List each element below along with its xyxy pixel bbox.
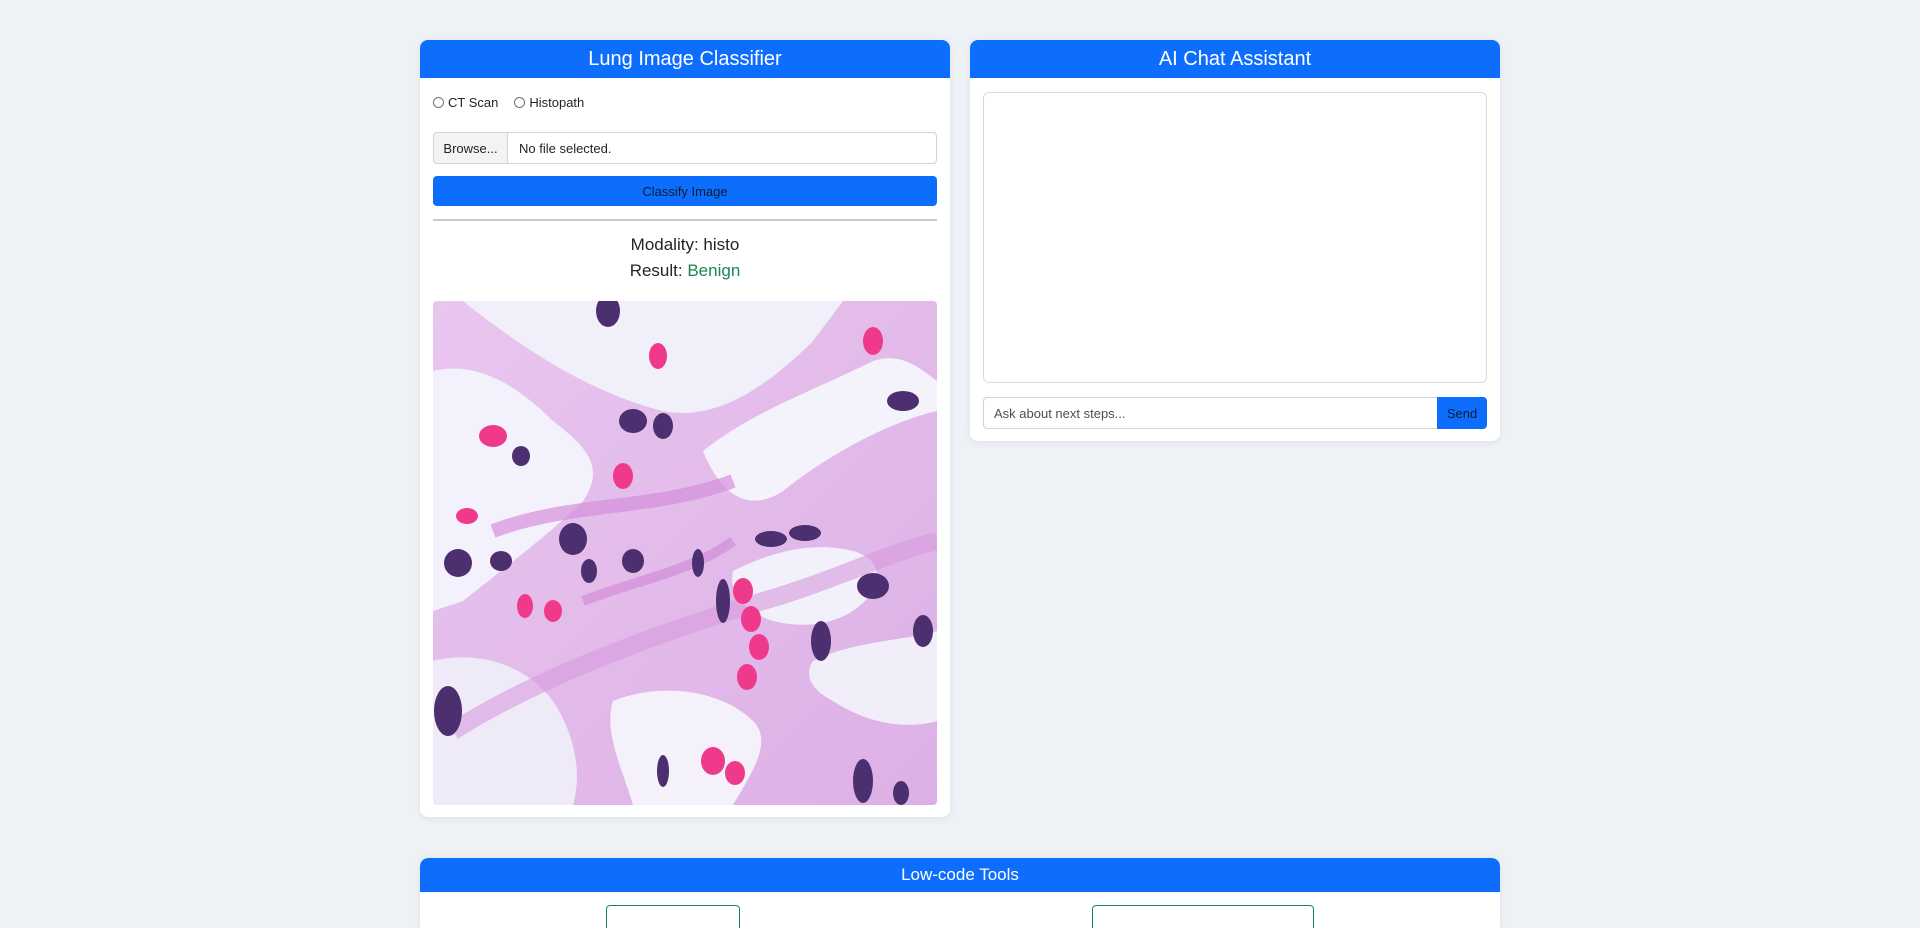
lowcode-card: Low-code Tools (420, 858, 1500, 928)
modality-radio-group: CT Scan Histopath (433, 93, 600, 111)
histopath-radio[interactable] (514, 96, 526, 108)
ct-scan-label: CT Scan (448, 94, 499, 110)
divider (433, 219, 937, 221)
histopath-option[interactable]: Histopath (514, 95, 584, 110)
classifier-title: Lung Image Classifier (420, 40, 950, 78)
file-status: No file selected. (519, 140, 612, 156)
tool-button-2[interactable] (1092, 905, 1314, 928)
classifier-card: Lung Image Classifier CT Scan Histopath … (420, 40, 950, 817)
ct-scan-option[interactable]: CT Scan (433, 95, 498, 110)
browse-button[interactable]: Browse... (434, 133, 508, 163)
histopath-label: Histopath (529, 94, 585, 110)
lowcode-title: Low-code Tools (420, 858, 1500, 892)
result-text: Result: Benign (420, 261, 950, 281)
modality-text: Modality: histo (630, 235, 740, 254)
classify-image-button[interactable]: Classify Image (433, 176, 937, 206)
chat-input-row: Send (983, 397, 1487, 429)
chat-messages-box[interactable] (983, 92, 1487, 383)
ct-scan-radio[interactable] (433, 96, 444, 108)
histopathology-image (433, 301, 937, 805)
chat-input[interactable] (983, 397, 1437, 429)
file-input[interactable]: Browse... No file selected. (433, 132, 937, 164)
tool-button-1[interactable] (606, 905, 740, 928)
send-button[interactable]: Send (1437, 397, 1487, 429)
result-value: Benign (687, 261, 741, 280)
chat-card: AI Chat Assistant Send (970, 40, 1500, 441)
result-label: Result: (629, 261, 688, 280)
chat-title: AI Chat Assistant (970, 40, 1500, 78)
